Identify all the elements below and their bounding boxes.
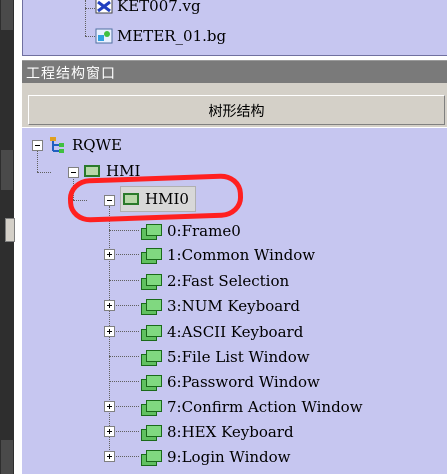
expand-toggle[interactable] (104, 426, 115, 437)
expand-toggle[interactable] (104, 451, 115, 462)
window-icon (141, 350, 162, 366)
window-icon (141, 400, 162, 416)
left-strip-segment (1, 0, 13, 30)
tree-node-label: 8:HEX Keyboard (167, 423, 294, 441)
tree-node-window[interactable]: 1:Common Window (141, 242, 315, 268)
left-strip-segment (1, 150, 13, 190)
window-icon (141, 425, 162, 441)
window-icon (141, 274, 162, 290)
left-strip-segment (1, 440, 13, 474)
file-list-panel: KET007.vg METER_01.bg (22, 0, 447, 56)
file-item[interactable]: METER_01.bg (95, 26, 226, 46)
vector-file-icon (95, 0, 113, 14)
tree-node-window[interactable]: 4:ASCII Keyboard (141, 319, 303, 345)
expand-toggle[interactable] (104, 326, 115, 337)
tree-node-label: 4:ASCII Keyboard (167, 323, 304, 341)
column-header[interactable]: 树形结构 (28, 95, 445, 125)
file-item-label: KET007.vg (117, 0, 201, 15)
tree-node-label: 5:File List Window (167, 348, 310, 366)
tree-node-label: 0:Frame0 (167, 222, 241, 240)
tree-node-window[interactable]: 9:Login Window (141, 444, 291, 470)
tree-node-window[interactable]: 7:Confirm Action Window (141, 394, 363, 420)
collapse-toggle[interactable] (68, 167, 79, 178)
window-icon (141, 248, 162, 264)
tree-node-label: 7:Confirm Action Window (167, 398, 363, 416)
panel-title-bar[interactable]: 工程结构窗口 (22, 60, 447, 84)
tree-header-area: 树形结构 (22, 83, 447, 127)
tree-node-window[interactable]: 6:Password Window (141, 369, 320, 395)
annotation-circle (67, 172, 244, 224)
tree-node-label: 6:Password Window (167, 373, 320, 391)
project-icon (48, 136, 66, 154)
expand-toggle[interactable] (104, 401, 115, 412)
column-header-label: 树形结构 (208, 104, 265, 120)
tree-node-label: RQWE (72, 136, 122, 154)
tree-node-label: 1:Common Window (167, 246, 316, 264)
expand-toggle[interactable] (104, 300, 115, 311)
tree-node-root[interactable]: RQWE (48, 132, 122, 158)
expand-toggle[interactable] (104, 249, 115, 260)
tree-node-window[interactable]: 0:Frame0 (141, 218, 241, 244)
tree-node-window[interactable]: 2:Fast Selection (141, 268, 289, 294)
window-icon (141, 299, 162, 315)
panel-title: 工程结构窗口 (26, 66, 116, 82)
window-icon (141, 450, 162, 466)
file-item[interactable]: KET007.vg (95, 0, 201, 16)
tree-node-label: 3:NUM Keyboard (167, 297, 300, 315)
tree-node-label: 2:Fast Selection (167, 272, 290, 290)
splitter-handle[interactable] (5, 218, 15, 242)
window-icon (141, 224, 162, 240)
window-icon (141, 325, 162, 341)
tree-node-label: 9:Login Window (167, 448, 291, 466)
tree-node-window[interactable]: 5:File List Window (141, 344, 310, 370)
monitor-icon (84, 165, 100, 177)
window-icon (141, 375, 162, 391)
file-item-label: METER_01.bg (117, 27, 227, 45)
tree-node-window[interactable]: 8:HEX Keyboard (141, 419, 294, 445)
collapse-toggle[interactable] (32, 140, 43, 151)
bitmap-file-icon (95, 28, 113, 44)
tree-node-window[interactable]: 3:NUM Keyboard (141, 293, 300, 319)
